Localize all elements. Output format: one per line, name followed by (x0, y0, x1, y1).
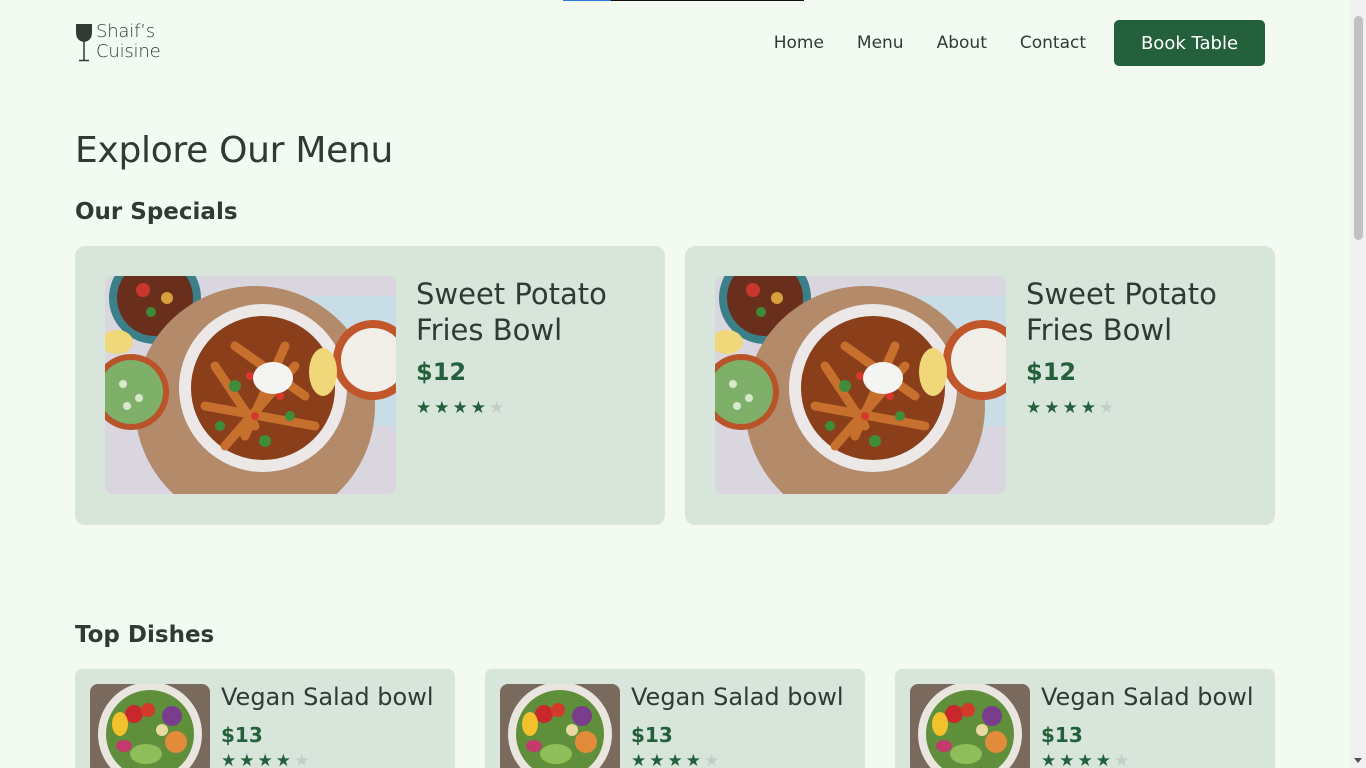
star-icon: ★ (1041, 751, 1060, 768)
sweet-potato-fries-bowl-photo (715, 276, 1006, 494)
top-dish-name: Vegan Salad bowl (631, 683, 844, 711)
page-scrollbar[interactable] (1350, 0, 1366, 768)
star-icon: ★ (434, 398, 453, 418)
nav-menu-link[interactable]: Menu (857, 33, 904, 53)
star-icon: ★ (1099, 398, 1118, 418)
star-icon: ★ (470, 398, 489, 418)
star-icon: ★ (631, 751, 650, 768)
page-title: Explore Our Menu (75, 130, 393, 171)
scrollbar-thumb[interactable] (1354, 16, 1363, 240)
star-icon: ★ (704, 751, 723, 768)
special-dish-price: $12 (416, 358, 467, 386)
top-dish-price: $13 (1041, 723, 1083, 747)
top-dish-name: Vegan Salad bowl (221, 683, 434, 711)
special-dish-rating: ★★★★★ (416, 398, 507, 418)
nav-about-link[interactable]: About (937, 33, 987, 53)
star-icon: ★ (685, 751, 704, 768)
special-dish-name: Sweet Potato Fries Bowl (1026, 277, 1217, 347)
brand-name: Shaif’s Cuisine (96, 21, 161, 62)
nav-contact-link[interactable]: Contact (1020, 33, 1086, 53)
star-icon: ★ (275, 751, 294, 768)
special-card[interactable]: Sweet Potato Fries Bowl $12 ★★★★★ (75, 246, 665, 525)
top-dish-rating: ★★★★★ (221, 751, 312, 768)
special-dish-price: $12 (1026, 358, 1077, 386)
book-table-button[interactable]: Book Table (1114, 20, 1265, 66)
star-icon: ★ (1059, 751, 1078, 768)
top-dish-rating: ★★★★★ (1041, 751, 1132, 768)
top-dish-rating: ★★★★★ (631, 751, 722, 768)
star-icon: ★ (416, 398, 435, 418)
star-icon: ★ (667, 751, 686, 768)
star-icon: ★ (489, 398, 508, 418)
brand-logo[interactable]: Shaif’s Cuisine (75, 21, 161, 62)
special-dish-name: Sweet Potato Fries Bowl (416, 277, 607, 347)
special-card[interactable]: Sweet Potato Fries Bowl $12 ★★★★★ (685, 246, 1275, 525)
site-header: Shaif’s Cuisine Home Menu About Contact … (0, 0, 1350, 88)
wine-glass-icon (76, 24, 92, 62)
top-dishes-section-title: Top Dishes (75, 622, 215, 648)
top-dish-card[interactable]: Vegan Salad bowl $13 ★★★★★ (895, 669, 1275, 768)
brand-name-line1: Shaif’s (96, 21, 155, 42)
star-icon: ★ (1095, 751, 1114, 768)
star-icon: ★ (257, 751, 276, 768)
star-icon: ★ (1080, 398, 1099, 418)
brand-name-line2: Cuisine (96, 41, 161, 62)
vegan-salad-bowl-photo (90, 684, 210, 768)
main-nav: Home Menu About Contact (774, 33, 1086, 53)
top-dish-name: Vegan Salad bowl (1041, 683, 1254, 711)
star-icon: ★ (239, 751, 258, 768)
scroll-down-arrow-icon[interactable] (1350, 752, 1366, 768)
star-icon: ★ (1077, 751, 1096, 768)
star-icon: ★ (649, 751, 668, 768)
vegan-salad-bowl-photo (910, 684, 1030, 768)
star-icon: ★ (294, 751, 313, 768)
top-dish-price: $13 (221, 723, 263, 747)
nav-home-link[interactable]: Home (774, 33, 824, 53)
vegan-salad-bowl-photo (500, 684, 620, 768)
star-icon: ★ (1044, 398, 1063, 418)
sweet-potato-fries-bowl-photo (105, 276, 396, 494)
star-icon: ★ (221, 751, 240, 768)
special-dish-rating: ★★★★★ (1026, 398, 1117, 418)
top-dish-card[interactable]: Vegan Salad bowl $13 ★★★★★ (75, 669, 455, 768)
top-dish-price: $13 (631, 723, 673, 747)
star-icon: ★ (452, 398, 471, 418)
top-dish-card[interactable]: Vegan Salad bowl $13 ★★★★★ (485, 669, 865, 768)
star-icon: ★ (1026, 398, 1045, 418)
specials-section-title: Our Specials (75, 199, 238, 225)
star-icon: ★ (1062, 398, 1081, 418)
star-icon: ★ (1114, 751, 1133, 768)
